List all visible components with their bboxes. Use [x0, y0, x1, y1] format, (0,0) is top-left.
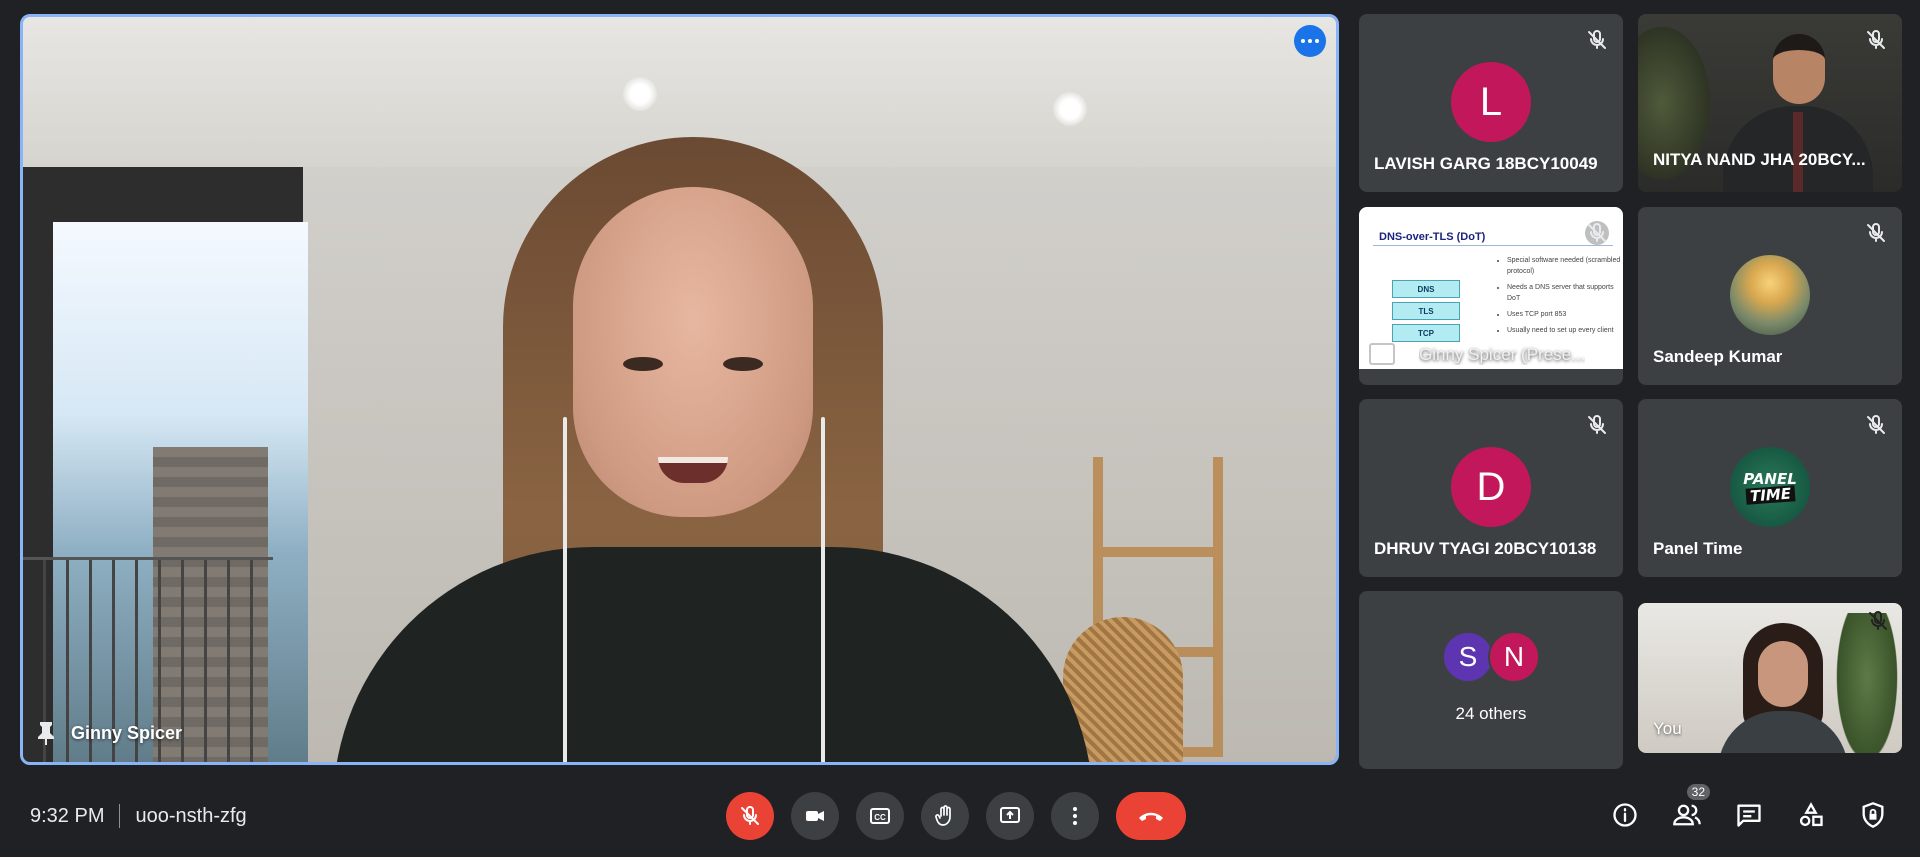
participant-name: Ginny Spicer (Prese... — [1419, 345, 1586, 364]
meeting-code[interactable]: uoo-nsth-zfg — [135, 805, 246, 828]
activities-icon — [1799, 802, 1823, 827]
slide-bullets: Special software needed (scrambled proto… — [1497, 255, 1623, 341]
participant-tile-lavish[interactable]: L LAVISH GARG 18BCY10049 — [1359, 14, 1623, 192]
participant-name: LAVISH GARG 18BCY10049 — [1374, 154, 1598, 173]
stack-layer: TLS — [1392, 302, 1460, 320]
captions-icon: CC — [870, 808, 890, 824]
mic-off-icon — [1588, 414, 1606, 434]
mic-off-icon — [1869, 610, 1887, 630]
hand-icon — [935, 805, 951, 826]
camera-icon — [806, 811, 824, 821]
participant-count-badge: 32 — [1686, 784, 1710, 800]
panel-time-logo: PANEL TIME — [1730, 447, 1810, 527]
presentation-tile[interactable]: DNS-over-TLS (DoT) DNS TLS TCP Special s… — [1359, 207, 1623, 385]
people-icon — [1673, 804, 1701, 826]
participant-name: DHRUV TYAGI 20BCY10138 — [1374, 539, 1597, 558]
others-avatars: S N — [1442, 631, 1540, 683]
more-dots-icon — [1301, 39, 1305, 43]
shield-lock-icon — [1862, 802, 1884, 828]
captions-button[interactable]: CC — [856, 792, 904, 840]
svg-text:CC: CC — [874, 813, 886, 822]
bottom-toolbar: 9:32 PM uoo-nsth-zfg CC 32 — [0, 780, 1920, 857]
leave-call-button[interactable] — [1116, 792, 1186, 840]
speaker-video — [23, 17, 1336, 762]
present-screen-button[interactable] — [986, 792, 1034, 840]
self-tile[interactable]: You — [1638, 603, 1902, 753]
current-time: 9:32 PM — [30, 804, 105, 827]
present-screen-icon — [1000, 807, 1020, 823]
raise-hand-button[interactable] — [921, 792, 969, 840]
microphone-toggle-button[interactable] — [726, 792, 774, 840]
side-panel-buttons: 32 — [1608, 784, 1890, 832]
pin-icon[interactable] — [35, 720, 57, 746]
stack-layer: TCP — [1392, 324, 1460, 342]
speaker-name-label: Ginny Spicer — [35, 720, 182, 746]
activities-button[interactable] — [1794, 798, 1828, 832]
more-options-button[interactable] — [1051, 792, 1099, 840]
participant-name: You — [1653, 719, 1682, 738]
mic-off-icon — [1867, 29, 1885, 49]
more-options-button[interactable] — [1294, 25, 1326, 57]
divider — [119, 804, 121, 828]
avatar: L — [1451, 62, 1531, 142]
participant-tile-nitya[interactable]: NITYA NAND JHA 20BCY... — [1638, 14, 1902, 192]
meeting-info: 9:32 PM uoo-nsth-zfg — [30, 804, 247, 828]
slide-bullet: Needs a DNS server that supports DoT — [1507, 282, 1623, 304]
people-button[interactable]: 32 — [1670, 784, 1710, 832]
more-vert-icon — [1073, 807, 1077, 825]
mic-off-icon — [1585, 221, 1609, 245]
participant-tile-sandeep[interactable]: Sandeep Kumar — [1638, 207, 1902, 385]
slide-bullet: Uses TCP port 853 — [1507, 309, 1623, 320]
stack-layer: DNS — [1392, 280, 1460, 298]
camera-toggle-button[interactable] — [791, 792, 839, 840]
main-speaker-tile[interactable]: Ginny Spicer — [20, 14, 1339, 765]
mic-off-icon — [1867, 414, 1885, 434]
info-icon — [1613, 803, 1637, 827]
slide-bullet: Usually need to set up every client — [1507, 325, 1623, 336]
chat-icon — [1737, 804, 1761, 827]
participant-name: Panel Time — [1653, 539, 1743, 558]
slide-bullet: Special software needed (scrambled proto… — [1507, 255, 1623, 277]
avatar: N — [1488, 631, 1540, 683]
avatar: S — [1442, 631, 1494, 683]
call-controls: CC — [726, 792, 1186, 840]
participant-tile-dhruv[interactable]: D DHRUV TYAGI 20BCY10138 — [1359, 399, 1623, 577]
others-count-label: 24 others — [1455, 704, 1527, 723]
avatar — [1730, 255, 1810, 335]
participant-name: NITYA NAND JHA 20BCY... — [1653, 150, 1866, 169]
slide-title: DNS-over-TLS (DoT) — [1379, 231, 1486, 243]
participant-tile-panel-time[interactable]: PANEL TIME Panel Time — [1638, 399, 1902, 577]
others-tile[interactable]: S N 24 others — [1359, 591, 1623, 769]
mic-off-icon — [1867, 222, 1885, 242]
present-screen-icon — [1369, 343, 1395, 365]
mic-off-icon — [741, 805, 759, 825]
meeting-details-button[interactable] — [1608, 798, 1642, 832]
mic-off-icon — [1588, 29, 1606, 49]
hang-up-icon — [1139, 812, 1163, 821]
host-controls-button[interactable] — [1856, 798, 1890, 832]
avatar: D — [1451, 447, 1531, 527]
participant-name: Sandeep Kumar — [1653, 347, 1783, 366]
speaker-name: Ginny Spicer — [71, 722, 183, 743]
chat-button[interactable] — [1732, 798, 1766, 832]
